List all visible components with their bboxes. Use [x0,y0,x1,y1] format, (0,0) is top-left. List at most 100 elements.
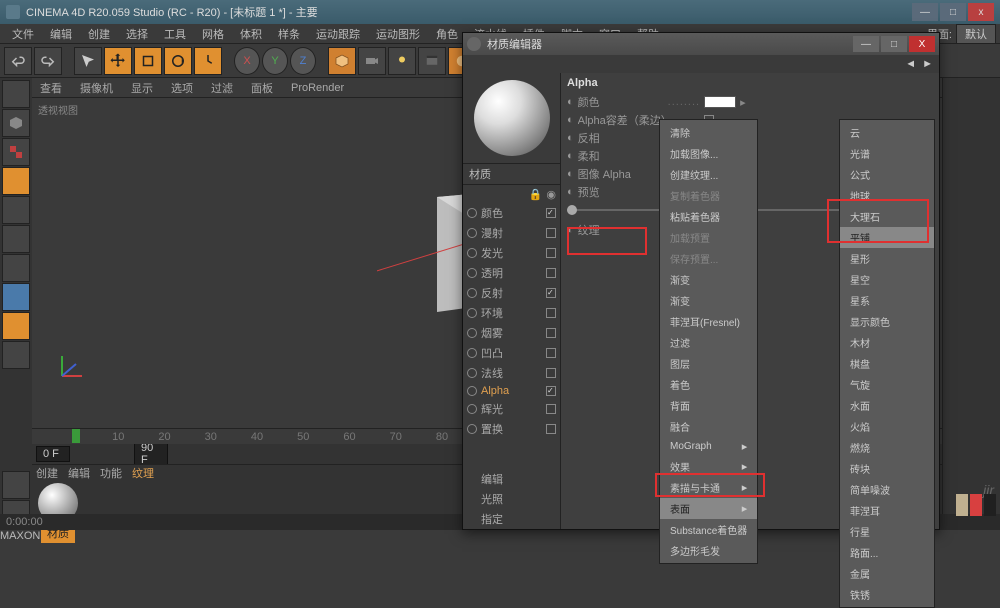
menu-item-过滤[interactable]: 过滤 [660,332,757,353]
target-icon[interactable]: ◉ [546,188,556,201]
eyedrop-icon[interactable]: ◐ [567,96,574,108]
move-tool[interactable] [104,47,132,75]
add-cube-button[interactable] [328,47,356,75]
color-picker-arrow-icon[interactable]: ▸ [740,96,746,109]
model-tool[interactable] [2,80,30,108]
menu-tools[interactable]: 工具 [156,24,194,44]
menu-item-渐变[interactable]: 渐变 [660,290,757,311]
texture-tool[interactable] [2,138,30,166]
menu-select[interactable]: 选择 [118,24,156,44]
z-axis-toggle[interactable]: Z [290,47,316,75]
menu-item-素描与卡通[interactable]: 素描与卡通▸ [660,477,757,498]
snap-tool[interactable] [2,341,30,369]
menu-item-融合[interactable]: 融合 [660,416,757,437]
channel-法线[interactable]: 法线 [463,363,560,383]
live-select-tool[interactable] [74,47,102,75]
locked-workplane-tool[interactable] [2,471,30,499]
menu-item-砖块[interactable]: 砖块 [840,458,934,479]
color-chip-3[interactable] [984,494,996,516]
menu-item-光谱[interactable]: 光谱 [840,143,934,164]
channel-Alpha[interactable]: Alpha [463,383,560,399]
tweak-tool[interactable] [2,312,30,340]
menu-mograph[interactable]: 运动图形 [368,24,428,44]
view-tab-display[interactable]: 显示 [127,78,157,98]
channel-烟雾[interactable]: 烟雾 [463,323,560,343]
channel-radio[interactable] [467,424,477,434]
menu-volume[interactable]: 体积 [232,24,270,44]
menu-character[interactable]: 角色 [428,24,466,44]
view-tab-camera[interactable]: 摄像机 [76,78,117,98]
channel-radio[interactable] [467,268,477,278]
view-tab-filter[interactable]: 过滤 [207,78,237,98]
edge-tool[interactable] [2,225,30,253]
channel-checkbox[interactable] [546,328,556,338]
menu-item-表面[interactable]: 表面▸ [660,498,757,519]
channel-辉光[interactable]: 辉光 [463,399,560,419]
extra-编辑[interactable]: 编辑 [463,469,560,489]
film-button[interactable] [418,47,446,75]
color-chip-2[interactable] [970,494,982,516]
x-axis-toggle[interactable]: X [234,47,260,75]
rotate-tool[interactable] [164,47,192,75]
extra-指定[interactable]: 指定 [463,509,560,529]
menu-item-菲涅耳(Fresnel)[interactable]: 菲涅耳(Fresnel) [660,311,757,332]
menu-item-棋盘[interactable]: 棋盘 [840,353,934,374]
undo-button[interactable] [4,47,32,75]
channel-凹凸[interactable]: 凹凸 [463,343,560,363]
mat-tab-edit[interactable]: 编辑 [68,465,90,481]
timeline-playhead[interactable] [72,429,80,443]
lock-icon[interactable]: 🔒 [529,188,543,201]
menu-item-MoGraph[interactable]: MoGraph▸ [660,437,757,456]
menu-item-气旋[interactable]: 气旋 [840,374,934,395]
menu-item-星空[interactable]: 星空 [840,269,934,290]
menu-mesh[interactable]: 网格 [194,24,232,44]
channel-透明[interactable]: 透明 [463,263,560,283]
channel-radio[interactable] [467,208,477,218]
dialog-next-button[interactable]: ► [922,58,933,70]
channel-radio[interactable] [467,368,477,378]
channel-checkbox[interactable] [546,308,556,318]
layout-dropdown[interactable]: 默认 [956,24,996,44]
menu-item-木材[interactable]: 木材 [840,332,934,353]
channel-radio[interactable] [467,348,477,358]
menu-item-菲涅耳[interactable]: 菲涅耳 [840,500,934,521]
channel-radio[interactable] [467,328,477,338]
menu-item-背面[interactable]: 背面 [660,395,757,416]
menu-item-云[interactable]: 云 [840,122,934,143]
object-tool[interactable] [2,109,30,137]
menu-item-金属[interactable]: 金属 [840,563,934,584]
polygon-tool[interactable] [2,254,30,282]
channel-checkbox[interactable] [546,248,556,258]
menu-item-清除[interactable]: 清除 [660,122,757,143]
channel-radio[interactable] [467,308,477,318]
menu-edit[interactable]: 编辑 [42,24,80,44]
view-tab-options[interactable]: 选项 [167,78,197,98]
channel-checkbox[interactable] [546,404,556,414]
channel-发光[interactable]: 发光 [463,243,560,263]
timeline-start-field[interactable]: 0 F [36,446,70,462]
dialog-prev-button[interactable]: ◄ [905,58,916,70]
menu-item-星系[interactable]: 星系 [840,290,934,311]
menu-item-图层[interactable]: 图层 [660,353,757,374]
point-tool[interactable] [2,196,30,224]
menu-item-粘贴着色器[interactable]: 粘贴着色器 [660,206,757,227]
menu-item-铁锈[interactable]: 铁锈 [840,584,934,605]
menu-file[interactable]: 文件 [4,24,42,44]
menu-tracking[interactable]: 运动跟踪 [308,24,368,44]
dialog-close-button[interactable]: X [909,36,935,52]
extra-光照[interactable]: 光照 [463,489,560,509]
scale-tool[interactable] [134,47,162,75]
close-button[interactable]: x [968,3,994,21]
recent-tool[interactable] [194,47,222,75]
channel-radio[interactable] [467,248,477,258]
light-button[interactable] [388,47,416,75]
y-axis-toggle[interactable]: Y [262,47,288,75]
dialog-maximize-button[interactable]: □ [881,36,907,52]
mat-tab-create[interactable]: 创建 [36,465,58,481]
menu-item-显示颜色[interactable]: 显示颜色 [840,311,934,332]
channel-环境[interactable]: 环境 [463,303,560,323]
mat-tab-function[interactable]: 功能 [100,465,122,481]
color-swatch[interactable] [704,96,736,108]
menu-item-加载图像...[interactable]: 加载图像... [660,143,757,164]
channel-checkbox[interactable] [546,424,556,434]
